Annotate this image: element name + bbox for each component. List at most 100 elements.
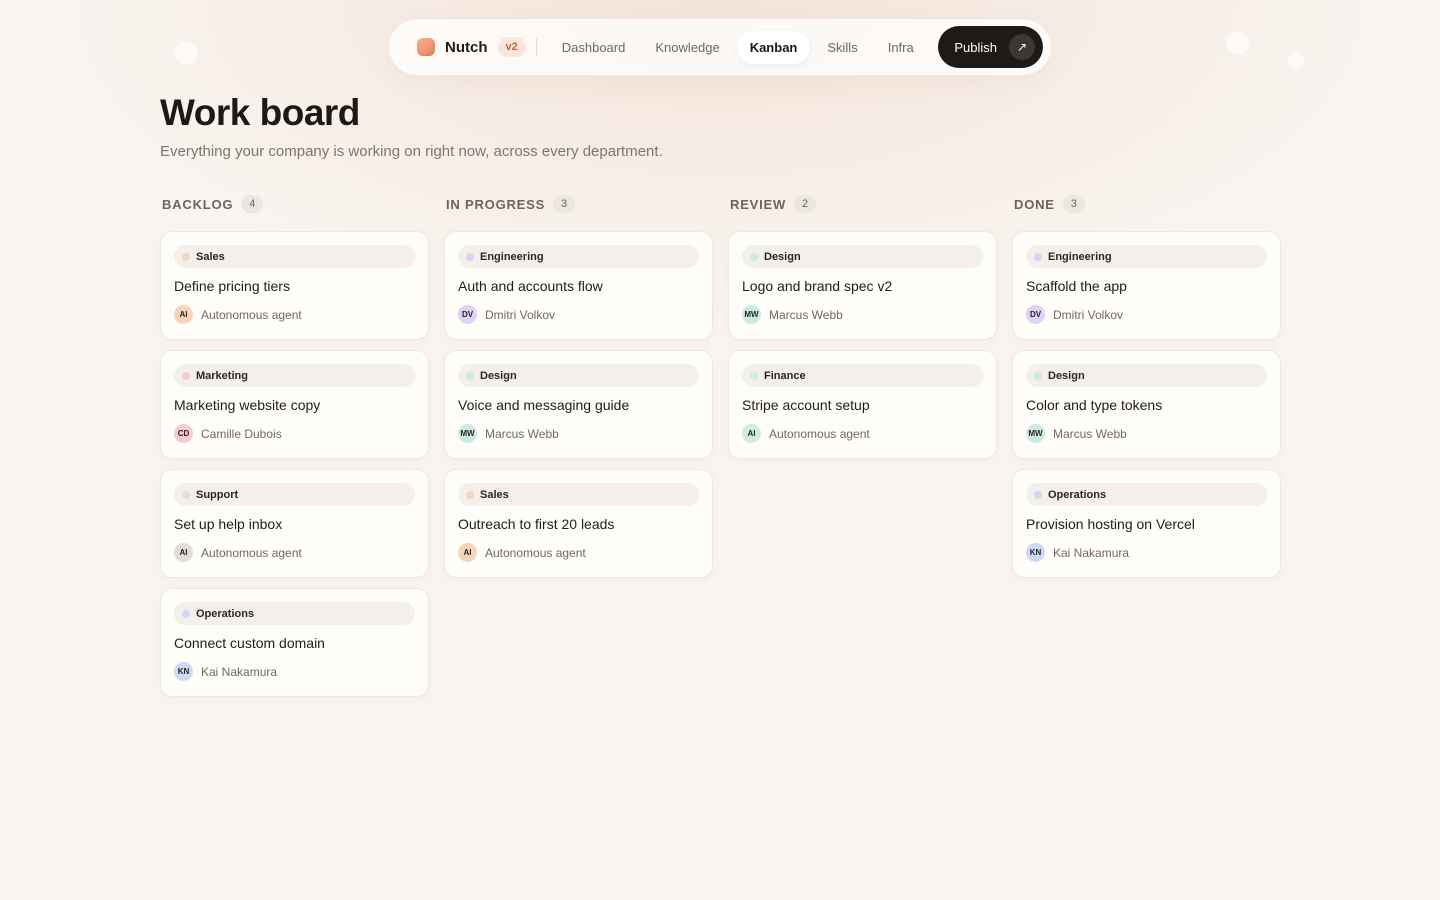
brand-name: Nutch (445, 38, 488, 56)
avatar: DV (458, 305, 477, 324)
avatar: AI (174, 305, 193, 324)
department-label: Engineering (1048, 250, 1112, 263)
avatar: AI (742, 424, 761, 443)
department-tag: Operations (1026, 483, 1267, 506)
task-card[interactable]: Operations Provision hosting on Vercel K… (1012, 469, 1281, 578)
department-label: Support (196, 488, 239, 501)
column-title: BACKLOG (162, 196, 234, 212)
department-tag: Marketing (174, 364, 415, 387)
task-card[interactable]: Design Color and type tokens MW Marcus W… (1012, 350, 1281, 459)
task-card[interactable]: Marketing Marketing website copy CD Cami… (160, 350, 429, 459)
department-dot-icon (1034, 490, 1042, 499)
assignee-name: Kai Nakamura (201, 664, 278, 679)
column-title: DONE (1014, 196, 1055, 212)
brand-logo-icon (417, 38, 435, 56)
decor-bubble (174, 41, 198, 65)
department-label: Design (764, 250, 801, 263)
arrow-up-right-icon: ↗ (1009, 34, 1035, 60)
task-card[interactable]: Design Voice and messaging guide MW Marc… (444, 350, 713, 459)
column-count-badge: 3 (553, 195, 576, 213)
department-tag: Engineering (458, 245, 699, 268)
department-tag: Sales (174, 245, 415, 268)
department-dot-icon (182, 609, 190, 618)
task-title: Scaffold the app (1026, 278, 1127, 294)
page-subtitle: Everything your company is working on ri… (160, 143, 663, 160)
department-dot-icon (750, 371, 758, 380)
avatar: CD (174, 424, 193, 443)
assignee-name: Dmitri Volkov (485, 307, 556, 322)
department-label: Operations (1048, 488, 1107, 501)
assignee: MW Marcus Webb (1026, 424, 1267, 443)
decor-bubble (1288, 53, 1304, 69)
task-card[interactable]: Design Logo and brand spec v2 MW Marcus … (728, 231, 997, 340)
assignee-name: Marcus Webb (769, 307, 843, 322)
task-card[interactable]: Operations Connect custom domain KN Kai … (160, 588, 429, 697)
department-label: Design (480, 369, 517, 382)
avatar: KN (174, 662, 193, 681)
assignee: AI Autonomous agent (174, 543, 415, 562)
nav-link-dashboard[interactable]: Dashboard (549, 31, 639, 64)
publish-label: Publish (954, 39, 997, 55)
assignee: KN Kai Nakamura (1026, 543, 1267, 562)
avatar: DV (1026, 305, 1045, 324)
nav-link-kanban[interactable]: Kanban (736, 30, 811, 64)
avatar: AI (174, 543, 193, 562)
task-title: Provision hosting on Vercel (1026, 516, 1195, 532)
assignee: AI Autonomous agent (458, 543, 699, 562)
assignee-name: Marcus Webb (485, 426, 559, 441)
column-title: REVIEW (730, 196, 787, 212)
assignee: CD Camille Dubois (174, 424, 415, 443)
assignee-name: Marcus Webb (1053, 426, 1127, 441)
avatar: MW (458, 424, 477, 443)
nav-link-knowledge[interactable]: Knowledge (642, 31, 732, 64)
decor-bubble (1226, 31, 1250, 55)
assignee-name: Autonomous agent (201, 307, 302, 322)
task-card[interactable]: Sales Outreach to first 20 leads AI Auto… (444, 469, 713, 578)
department-tag: Design (742, 245, 983, 268)
column-header: DONE 3 (1012, 194, 1281, 214)
column-header: BACKLOG 4 (160, 194, 429, 214)
assignee-name: Dmitri Volkov (1053, 307, 1124, 322)
department-dot-icon (466, 252, 474, 261)
avatar: MW (1026, 424, 1045, 443)
department-dot-icon (750, 252, 758, 261)
column-count-badge: 3 (1062, 195, 1085, 213)
department-label: Design (1048, 369, 1085, 382)
department-label: Marketing (196, 369, 248, 382)
assignee-name: Kai Nakamura (1053, 545, 1130, 560)
avatar: MW (742, 305, 761, 324)
assignee: MW Marcus Webb (458, 424, 699, 443)
column-title: IN PROGRESS (446, 196, 546, 212)
task-card[interactable]: Engineering Auth and accounts flow DV Dm… (444, 231, 713, 340)
top-nav: Nutch v2 Dashboard Knowledge Kanban Skil… (388, 18, 1052, 76)
department-label: Sales (480, 488, 509, 501)
task-card[interactable]: Engineering Scaffold the app DV Dmitri V… (1012, 231, 1281, 340)
assignee-name: Autonomous agent (485, 545, 586, 560)
kanban-column-review: REVIEW 2 Design Logo and brand spec v2 MW… (728, 194, 997, 707)
department-tag: Engineering (1026, 245, 1267, 268)
assignee: AI Autonomous agent (174, 305, 415, 324)
task-title: Stripe account setup (742, 397, 870, 413)
kanban-column-in-progress: IN PROGRESS 3 Engineering Auth and accoun… (444, 194, 713, 707)
task-card[interactable]: Support Set up help inbox AI Autonomous … (160, 469, 429, 578)
nav-link-infra[interactable]: Infra (875, 31, 927, 64)
task-title: Marketing website copy (174, 397, 321, 413)
department-label: Sales (196, 250, 225, 263)
page-title: Work board (160, 92, 360, 133)
department-dot-icon (182, 371, 190, 380)
task-title: Auth and accounts flow (458, 278, 603, 294)
task-card[interactable]: Finance Stripe account setup AI Autonomo… (728, 350, 997, 459)
department-tag: Design (1026, 364, 1267, 387)
assignee: DV Dmitri Volkov (458, 305, 699, 324)
department-label: Finance (764, 369, 806, 382)
task-card[interactable]: Sales Define pricing tiers AI Autonomous… (160, 231, 429, 340)
nav-link-skills[interactable]: Skills (814, 31, 870, 64)
department-tag: Operations (174, 602, 415, 625)
department-label: Operations (196, 607, 255, 620)
task-title: Connect custom domain (174, 635, 325, 651)
assignee: AI Autonomous agent (742, 424, 983, 443)
avatar: KN (1026, 543, 1045, 562)
kanban-column-backlog: BACKLOG 4 Sales Define pricing tiers AI A… (160, 194, 429, 707)
publish-button[interactable]: Publish ↗ (938, 26, 1043, 68)
department-dot-icon (182, 252, 190, 261)
